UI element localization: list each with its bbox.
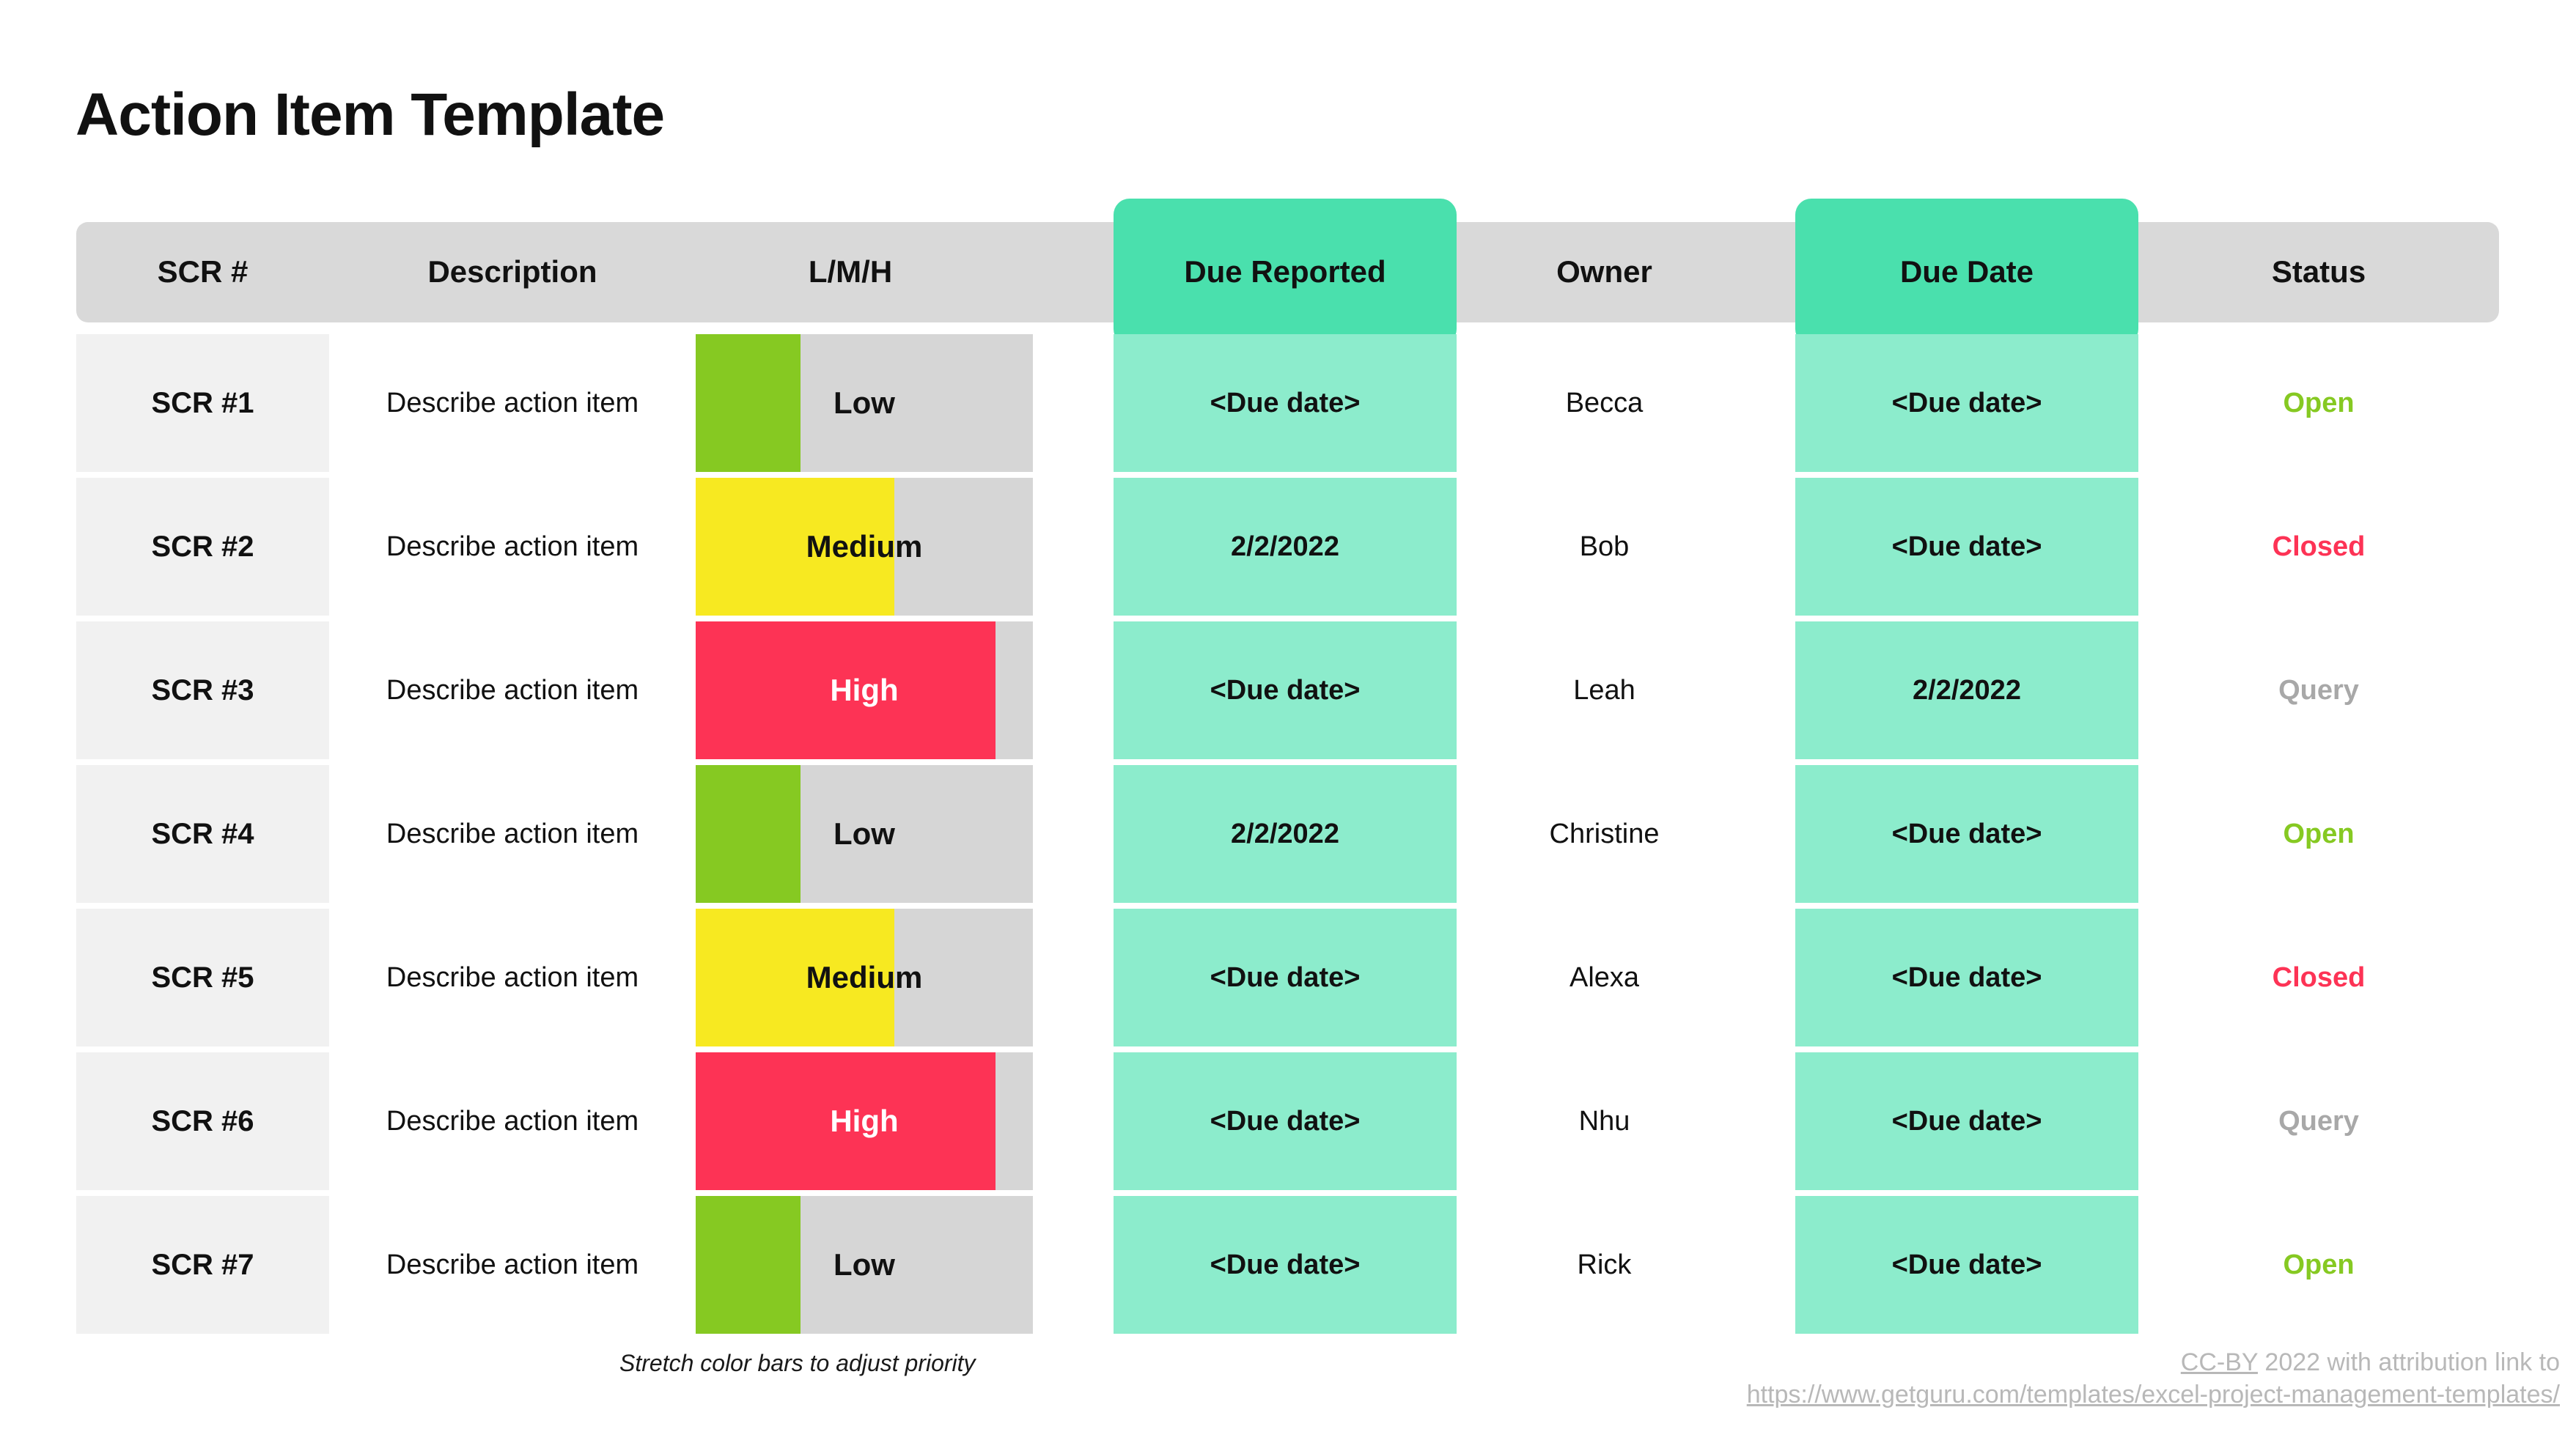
cell-scr[interactable]: SCR #3 (76, 621, 329, 759)
attribution-text: 2022 with attribution link to (2257, 1348, 2560, 1376)
column-header-due-date[interactable]: Due Date (1795, 199, 2138, 345)
cell-scr[interactable]: SCR #6 (76, 1052, 329, 1190)
column-header-status[interactable]: Status (2138, 210, 2499, 333)
cell-priority[interactable]: Low (696, 1196, 1033, 1334)
table-row: SCR #5 Describe action item Medium <Due dat… (76, 906, 2499, 1049)
cell-due-date[interactable]: <Due date> (1795, 909, 2138, 1046)
priority-label: Medium (806, 529, 923, 564)
cell-due-date[interactable]: <Due date> (1795, 334, 2138, 472)
cell-description[interactable]: Describe action item (329, 765, 696, 903)
table-row: SCR #2 Describe action item Medium 2/2/2022… (76, 475, 2499, 619)
attribution-url-link[interactable]: https://www.getguru.com/templates/excel-… (1747, 1381, 2560, 1408)
cell-due-reported[interactable]: <Due date> (1114, 334, 1457, 472)
cell-description[interactable]: Describe action item (329, 1052, 696, 1190)
table-row: SCR #6 Describe action item High <Due date>… (76, 1049, 2499, 1193)
cell-due-reported[interactable]: 2/2/2022 (1114, 478, 1457, 616)
cell-description[interactable]: Describe action item (329, 621, 696, 759)
cell-due-date[interactable]: <Due date> (1795, 1052, 2138, 1190)
priority-label: High (830, 673, 899, 707)
priority-label: Low (833, 816, 895, 851)
table-header-row: SCR # Description L/M/H Due Reported Own… (76, 199, 2499, 345)
table-row: SCR #3 Describe action item High <Due date>… (76, 619, 2499, 762)
cell-status[interactable]: Query (2138, 1052, 2499, 1190)
cell-due-reported[interactable]: <Due date> (1114, 1052, 1457, 1190)
slide-canvas: Action Item Template SCR # Description L… (0, 0, 2576, 1451)
cell-status[interactable]: Closed (2138, 909, 2499, 1046)
column-header-owner[interactable]: Owner (1457, 210, 1752, 333)
cell-due-reported[interactable]: 2/2/2022 (1114, 765, 1457, 903)
cell-due-date[interactable]: <Due date> (1795, 478, 2138, 616)
cell-due-reported[interactable]: <Due date> (1114, 621, 1457, 759)
table-body: SCR #1 Describe action item Low <Due date> B… (76, 331, 2499, 1337)
cell-due-date[interactable]: 2/2/2022 (1795, 621, 2138, 759)
cell-description[interactable]: Describe action item (329, 1196, 696, 1334)
column-header-description[interactable]: Description (329, 210, 696, 333)
cell-owner[interactable]: Nhu (1457, 1052, 1752, 1190)
cell-due-reported[interactable]: <Due date> (1114, 1196, 1457, 1334)
priority-hint-note: Stretch color bars to adjust priority (619, 1350, 976, 1376)
cell-status[interactable]: Query (2138, 621, 2499, 759)
cell-due-date[interactable]: <Due date> (1795, 1196, 2138, 1334)
cell-due-date[interactable]: <Due date> (1795, 765, 2138, 903)
cell-owner[interactable]: Christine (1457, 765, 1752, 903)
cell-status[interactable]: Closed (2138, 478, 2499, 616)
cell-scr[interactable]: SCR #5 (76, 909, 329, 1046)
priority-label: Low (833, 385, 895, 420)
cell-priority[interactable]: Medium (696, 909, 1033, 1046)
page-title: Action Item Template (76, 81, 665, 148)
column-header-scr[interactable]: SCR # (76, 210, 329, 333)
cell-owner[interactable]: Alexa (1457, 909, 1752, 1046)
cell-scr[interactable]: SCR #1 (76, 334, 329, 472)
cc-by-link[interactable]: CC-BY (2181, 1348, 2258, 1376)
cell-priority[interactable]: Medium (696, 478, 1033, 616)
cell-description[interactable]: Describe action item (329, 334, 696, 472)
cell-scr[interactable]: SCR #2 (76, 478, 329, 616)
cell-scr[interactable]: SCR #7 (76, 1196, 329, 1334)
priority-label: Medium (806, 960, 923, 994)
cell-priority[interactable]: High (696, 621, 1033, 759)
priority-label: Low (833, 1247, 895, 1282)
cell-status[interactable]: Open (2138, 1196, 2499, 1334)
cell-due-reported[interactable]: <Due date> (1114, 909, 1457, 1046)
cell-status[interactable]: Open (2138, 334, 2499, 472)
cell-status[interactable]: Open (2138, 765, 2499, 903)
cell-owner[interactable]: Becca (1457, 334, 1752, 472)
cell-description[interactable]: Describe action item (329, 909, 696, 1046)
cell-priority[interactable]: Low (696, 334, 1033, 472)
cell-description[interactable]: Describe action item (329, 478, 696, 616)
column-header-due-reported[interactable]: Due Reported (1114, 199, 1457, 345)
column-header-lmh[interactable]: L/M/H (696, 210, 1005, 333)
cell-owner[interactable]: Leah (1457, 621, 1752, 759)
table-row: SCR #1 Describe action item Low <Due date> B… (76, 331, 2499, 475)
cell-priority[interactable]: Low (696, 765, 1033, 903)
cell-priority[interactable]: High (696, 1052, 1033, 1190)
table-row: SCR #4 Describe action item Low 2/2/2022 Chr… (76, 762, 2499, 906)
cell-owner[interactable]: Rick (1457, 1196, 1752, 1334)
table-row: SCR #7 Describe action item Low <Due date> R… (76, 1193, 2499, 1337)
priority-label: High (830, 1104, 899, 1138)
cell-owner[interactable]: Bob (1457, 478, 1752, 616)
attribution-footer: CC-BY 2022 with attribution link to http… (1460, 1347, 2560, 1411)
cell-scr[interactable]: SCR #4 (76, 765, 329, 903)
